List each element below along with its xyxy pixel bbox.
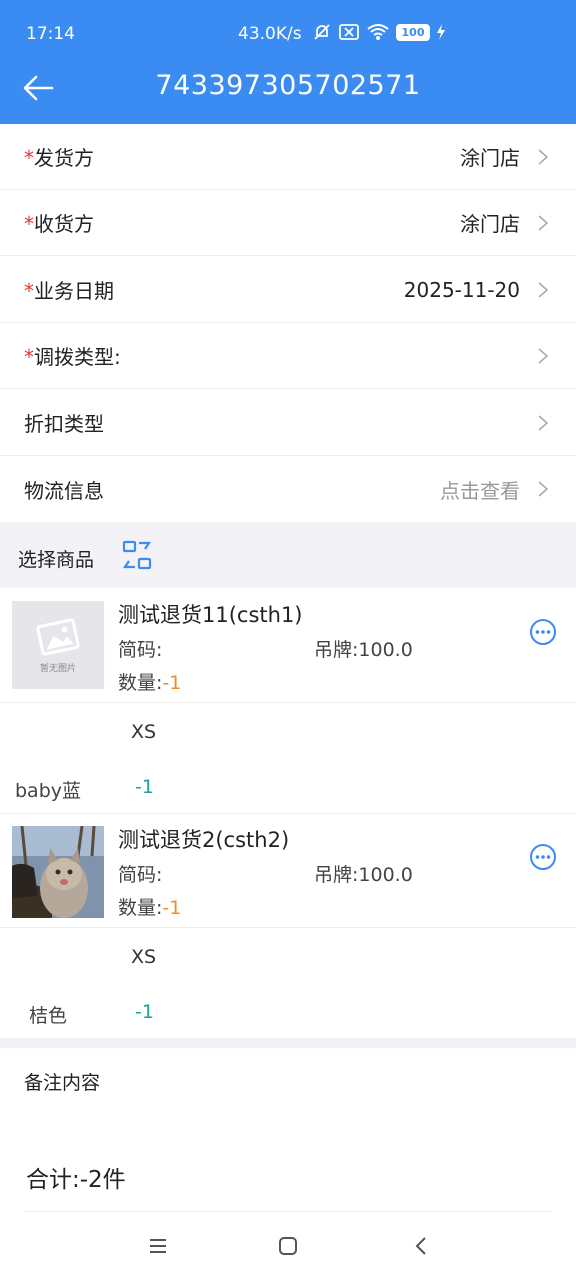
wifi-icon	[367, 24, 389, 40]
transfer-type-row[interactable]: *调拨类型:	[0, 323, 576, 389]
chevron-right-icon	[538, 215, 549, 231]
section-separator	[0, 1038, 576, 1048]
receiver-row[interactable]: *收货方 涂门店	[0, 190, 576, 256]
product-quantity: 数量:-1	[118, 672, 182, 694]
color-quantity[interactable]: -1	[135, 1001, 154, 1023]
more-options-icon	[530, 619, 556, 645]
cat-photo-image	[12, 825, 104, 918]
home-nav-button[interactable]	[273, 1232, 303, 1260]
product-more-button[interactable]	[529, 843, 557, 871]
product-item[interactable]: 暂无图片 测试退货11(csth1) 简码: 吊牌:100.0 数量:-1	[0, 589, 576, 703]
product-quantity: 数量:-1	[118, 897, 182, 919]
chevron-left-icon	[415, 1237, 426, 1255]
chevron-right-icon	[538, 282, 549, 298]
product-item[interactable]: 测试退货2(csth2) 简码: 吊牌:100.0 数量:-1	[0, 814, 576, 928]
sender-row[interactable]: *发货方 涂门店	[0, 124, 576, 190]
no-image-text: 暂无图片	[40, 662, 76, 674]
product-name: 测试退货2(csth2)	[118, 828, 290, 852]
bell-muted-icon	[314, 24, 330, 40]
sender-label: *发货方	[24, 146, 94, 170]
discount-type-label: 折扣类型	[24, 412, 104, 436]
more-options-icon	[530, 844, 556, 870]
charging-icon	[437, 24, 445, 40]
product-name: 测试退货11(csth1)	[118, 603, 303, 627]
chevron-right-icon	[538, 348, 549, 364]
sender-value: 涂门店	[460, 146, 520, 170]
scan-icon	[122, 540, 152, 570]
product-code: 简码:	[118, 639, 163, 661]
product-code: 简码:	[118, 864, 163, 886]
logistics-value: 点击查看	[440, 478, 520, 503]
back-nav-button[interactable]	[406, 1232, 436, 1260]
logistics-label: 物流信息	[24, 478, 104, 503]
app-header: 17:14 43.0K/s 100 743397305702571	[0, 0, 576, 124]
status-net-speed: 43.0K/s	[238, 24, 302, 44]
transfer-type-label: *调拨类型:	[24, 345, 121, 369]
color-name: baby蓝	[15, 780, 82, 802]
system-nav-bar	[0, 1212, 576, 1280]
status-time: 17:14	[26, 24, 75, 44]
scan-button[interactable]	[122, 540, 152, 570]
battery-indicator: 100	[396, 23, 430, 41]
remark-input[interactable]	[24, 1100, 552, 1140]
total-summary: 合计:-2件	[26, 1167, 126, 1193]
product-tag-price: 吊牌:100.0	[314, 864, 413, 886]
size-color-grid: XS baby蓝 -1	[0, 703, 576, 813]
color-quantity[interactable]: -1	[135, 776, 154, 798]
page-title: 743397305702571	[155, 70, 421, 101]
status-icons: 100	[312, 22, 446, 42]
remark-label: 备注内容	[24, 1072, 101, 1094]
size-color-grid: XS 桔色 -1	[0, 928, 576, 1038]
sim-off-icon	[339, 24, 359, 40]
receiver-value: 涂门店	[460, 212, 520, 236]
biz-date-label: *业务日期	[24, 279, 114, 303]
home-square-icon	[279, 1237, 297, 1255]
product-tag-price: 吊牌:100.0	[314, 639, 413, 661]
biz-date-value: 2025-11-20	[403, 277, 520, 302]
discount-type-row[interactable]: 折扣类型	[0, 390, 576, 456]
select-goods-bar: 选择商品	[0, 522, 576, 588]
status-bar: 17:14 43.0K/s 100	[0, 0, 576, 64]
product-more-button[interactable]	[529, 618, 557, 646]
color-name: 桔色	[29, 1005, 68, 1027]
image-placeholder-icon: 暂无图片	[36, 618, 80, 674]
product-thumbnail-placeholder: 暂无图片	[12, 601, 104, 689]
chevron-right-icon	[538, 415, 549, 431]
biz-date-row[interactable]: *业务日期 2025-11-20	[0, 257, 576, 323]
size-header: XS	[131, 721, 157, 743]
select-goods-label: 选择商品	[18, 549, 95, 571]
size-header: XS	[131, 946, 157, 968]
menu-nav-button[interactable]	[143, 1232, 173, 1260]
logistics-row[interactable]: 物流信息 点击查看	[0, 456, 576, 522]
product-thumbnail	[12, 825, 104, 918]
chevron-right-icon	[538, 481, 549, 497]
receiver-label: *收货方	[24, 212, 94, 236]
chevron-right-icon	[538, 149, 549, 165]
menu-icon	[150, 1239, 166, 1253]
